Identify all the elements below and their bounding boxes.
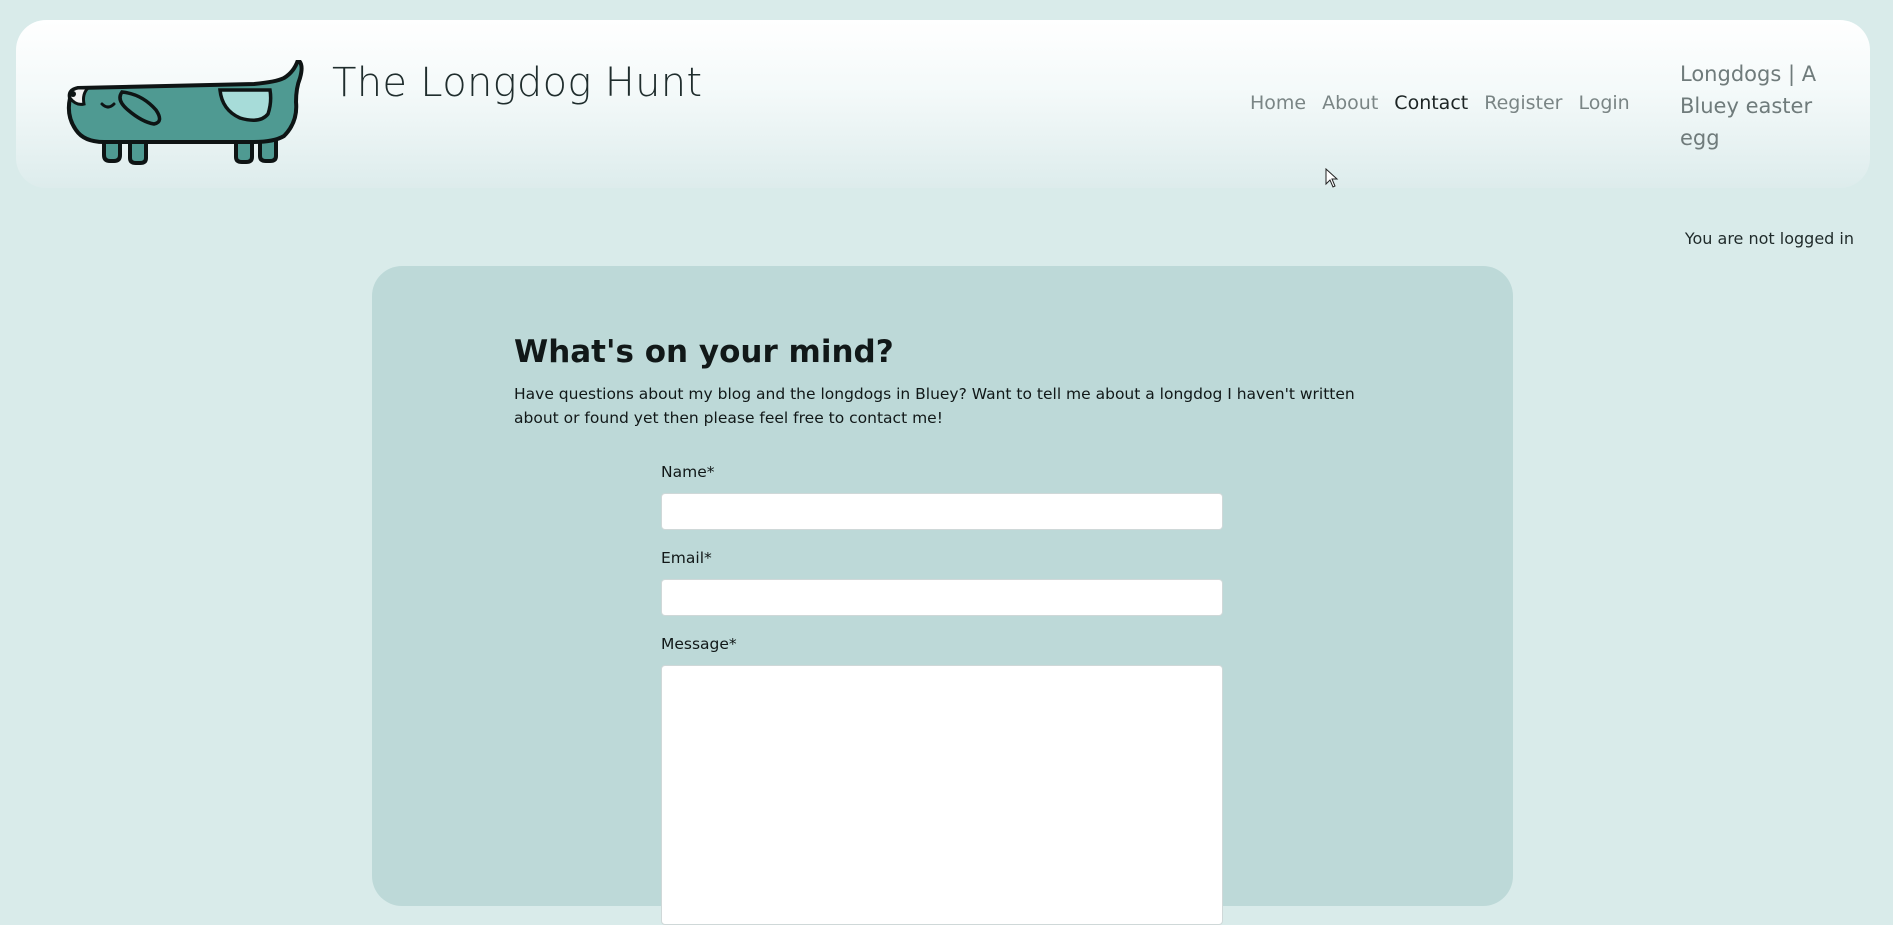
message-field[interactable] <box>661 665 1223 925</box>
nav-login[interactable]: Login <box>1578 92 1629 114</box>
message-label: Message* <box>661 635 737 653</box>
contact-heading: What's on your mind? <box>514 334 894 370</box>
longdog-logo-icon[interactable] <box>64 60 304 166</box>
site-title[interactable]: The Longdog Hunt <box>332 60 702 106</box>
name-label: Name* <box>661 463 715 481</box>
mouse-pointer-icon <box>1325 168 1339 188</box>
site-tagline: Longdogs | A Bluey easter egg <box>1680 62 1817 150</box>
contact-intro: Have questions about my blog and the lon… <box>514 385 1355 427</box>
name-field[interactable] <box>661 493 1223 530</box>
nav-home[interactable]: Home <box>1250 92 1306 114</box>
main-nav: Home About Contact Register Login <box>1250 92 1630 114</box>
email-label: Email* <box>661 549 712 567</box>
nav-about[interactable]: About <box>1322 92 1378 114</box>
site-header: The Longdog Hunt Home About Contact Regi… <box>16 20 1870 188</box>
nav-register[interactable]: Register <box>1484 92 1562 114</box>
login-status: You are not logged in <box>1684 229 1854 248</box>
nav-contact[interactable]: Contact <box>1394 92 1468 114</box>
contact-card: What's on your mind? Have questions abou… <box>372 266 1513 925</box>
email-field[interactable] <box>661 579 1223 616</box>
